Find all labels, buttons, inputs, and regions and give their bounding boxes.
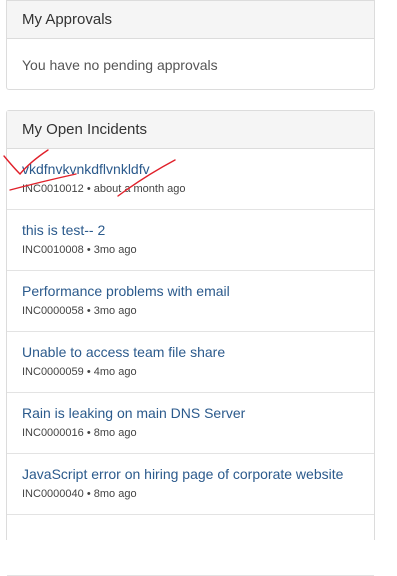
incident-number: INC0010008 — [22, 244, 84, 256]
incidents-heading: My Open Incidents — [7, 111, 374, 149]
incident-list: vkdfnvkvnkdflvnkldfv INC0010012 • about … — [7, 149, 374, 576]
incident-item-partial[interactable] — [7, 515, 374, 576]
approvals-empty-message: You have no pending approvals — [22, 56, 218, 73]
incident-number: INC0000040 — [22, 488, 84, 500]
incident-age: 3mo ago — [93, 244, 137, 256]
incident-age: about a month ago — [93, 183, 186, 195]
incident-meta: INC0000059 • 4mo ago — [22, 366, 137, 378]
incident-item[interactable]: this is test-- 2 INC0010008 • 3mo ago — [7, 210, 374, 271]
incident-number: INC0000059 — [22, 366, 84, 378]
incident-title[interactable]: Performance problems with email — [22, 283, 230, 299]
incident-meta: INC0010008 • 3mo ago — [22, 244, 137, 256]
incident-title[interactable]: Rain is leaking on main DNS Server — [22, 405, 245, 421]
incident-age: 8mo ago — [93, 488, 137, 500]
incident-title[interactable]: Unable to access team file share — [22, 344, 225, 360]
incident-age: 4mo ago — [93, 366, 137, 378]
incident-number: INC0000016 — [22, 427, 84, 439]
approvals-heading: My Approvals — [7, 1, 374, 39]
incident-meta: INC0000016 • 8mo ago — [22, 427, 137, 439]
incident-title[interactable]: this is test-- 2 — [22, 222, 105, 238]
incident-meta: INC0000058 • 3mo ago — [22, 305, 137, 317]
incident-meta: INC0000040 • 8mo ago — [22, 488, 137, 500]
incident-item[interactable]: Performance problems with email INC00000… — [7, 271, 374, 332]
approvals-panel: My Approvals You have no pending approva… — [6, 0, 375, 90]
incident-meta: INC0010012 • about a month ago — [22, 183, 186, 195]
incident-item[interactable]: JavaScript error on hiring page of corpo… — [7, 454, 374, 515]
open-incidents-panel: My Open Incidents vkdfnvkvnkdflvnkldfv I… — [6, 110, 375, 576]
incident-item[interactable]: Rain is leaking on main DNS Server INC00… — [7, 393, 374, 454]
incident-number: INC0010012 — [22, 183, 84, 195]
incident-age: 8mo ago — [93, 427, 137, 439]
incident-number: INC0000058 — [22, 305, 84, 317]
incident-age: 3mo ago — [93, 305, 137, 317]
incident-title[interactable]: vkdfnvkvnkdflvnkldfv — [22, 161, 150, 177]
incident-item[interactable]: vkdfnvkvnkdflvnkldfv INC0010012 • about … — [7, 149, 374, 210]
incident-title[interactable]: JavaScript error on hiring page of corpo… — [22, 466, 343, 482]
incident-item[interactable]: Unable to access team file share INC0000… — [7, 332, 374, 393]
